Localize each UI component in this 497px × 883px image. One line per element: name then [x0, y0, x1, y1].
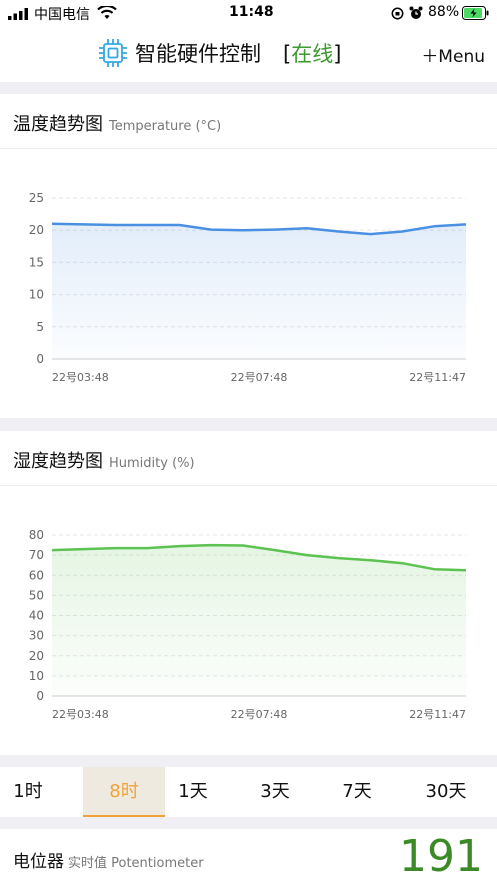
humidity-y-tick-label: 60: [29, 568, 44, 582]
tab-8-hours[interactable]: 8时: [83, 767, 165, 817]
rotation-lock-icon: [391, 7, 404, 20]
temperature-x-tick-label: 22号07:48: [231, 371, 288, 384]
temperature-y-tick-label: 5: [36, 320, 44, 334]
clock-label: 11:48: [229, 4, 274, 20]
humidity-card: 湿度趋势图 Humidity (%) 0 10 20 30 40 50 60 70 80 22号03…: [0, 431, 497, 755]
humidity-y-tick-label: 20: [29, 649, 44, 663]
temperature-y-tick-label: 10: [29, 288, 44, 302]
chip-icon: [99, 39, 127, 67]
humidity-y-tick-label: 50: [29, 588, 44, 602]
status-bar: 中国电信 11:48 88%: [0, 0, 497, 26]
potentiometer-label: 电位器 实时值 Potentiometer: [13, 847, 204, 872]
connection-status: [在线]: [283, 38, 341, 68]
humidity-x-tick-label: 22号11:47: [409, 708, 466, 721]
humidity-chart: 0 10 20 30 40 50 60 70 80 22号03:48 22号07:48 22号11:4…: [29, 528, 467, 721]
humidity-card-header: 湿度趋势图 Humidity (%): [0, 431, 497, 486]
temperature-area-fill: [52, 223, 466, 359]
app-header: 智能硬件控制 [在线] ＋Menu: [0, 26, 497, 82]
temperature-y-tick-label: 15: [29, 255, 44, 269]
tab-7-days[interactable]: 7天: [329, 767, 385, 817]
humidity-x-tick-label: 22号03:48: [52, 708, 109, 721]
humidity-y-tick-label: 70: [29, 548, 44, 562]
humidity-title: 湿度趋势图 Humidity (%): [13, 447, 195, 473]
humidity-y-tick-label: 40: [29, 609, 44, 623]
humidity-y-tick-label: 10: [29, 669, 44, 683]
potentiometer-sublabel: 实时值 Potentiometer: [68, 856, 204, 871]
online-status-text: 在线: [291, 42, 334, 66]
humidity-area-fill: [52, 545, 466, 696]
potentiometer-value: 191: [399, 831, 483, 882]
alarm-icon: [409, 6, 423, 19]
tab-1-hour[interactable]: 1时: [0, 767, 56, 817]
temperature-card-header: 温度趋势图 Temperature (°C): [0, 94, 497, 149]
temperature-title: 温度趋势图 Temperature (°C): [13, 110, 221, 136]
battery-charging-icon: [462, 6, 489, 20]
potentiometer-label-text: 电位器: [13, 852, 64, 872]
humidity-y-tick-label: 80: [29, 528, 44, 542]
battery-percent: 88%: [428, 4, 460, 20]
temperature-y-tick-label: 25: [29, 191, 44, 205]
humidity-title-text: 湿度趋势图: [13, 451, 103, 472]
humidity-x-tick-label: 22号07:48: [231, 708, 288, 721]
tab-30-days[interactable]: 30天: [416, 767, 476, 817]
menu-button[interactable]: ＋Menu: [421, 42, 485, 67]
tab-1-day[interactable]: 1天: [165, 767, 221, 817]
temperature-x-tick-label: 22号03:48: [52, 371, 109, 384]
carrier-label: 中国电信: [34, 7, 90, 23]
humidity-y-tick-label: 30: [29, 629, 44, 643]
humidity-y-tick-label: 0: [36, 689, 44, 703]
humidity-subtitle: Humidity (%): [109, 456, 195, 471]
temperature-y-tick-label: 20: [29, 223, 44, 237]
temperature-title-text: 温度趋势图: [13, 114, 103, 135]
wifi-icon: [97, 6, 117, 19]
signal-icon: [8, 8, 28, 20]
temperature-x-tick-label: 22号11:47: [409, 371, 466, 384]
temperature-y-tick-label: 0: [36, 352, 44, 366]
tab-3-days[interactable]: 3天: [247, 767, 303, 817]
temperature-chart: 0 5 10 15 20 25 22号03:48 22号07:48 22号11:47: [29, 191, 467, 384]
time-range-tabs: 1时 8时 1天 3天 7天 30天: [0, 767, 497, 817]
status-bracket-close: ]: [333, 42, 342, 66]
temperature-card: 温度趋势图 Temperature (°C) 0 5 10 15 20 25 22号03:48…: [0, 94, 497, 418]
potentiometer-panel: 电位器 实时值 Potentiometer 191: [0, 829, 497, 883]
temperature-subtitle: Temperature (°C): [109, 119, 222, 134]
page-title: 智能硬件控制: [135, 42, 261, 66]
status-bracket-open: [: [283, 42, 292, 66]
